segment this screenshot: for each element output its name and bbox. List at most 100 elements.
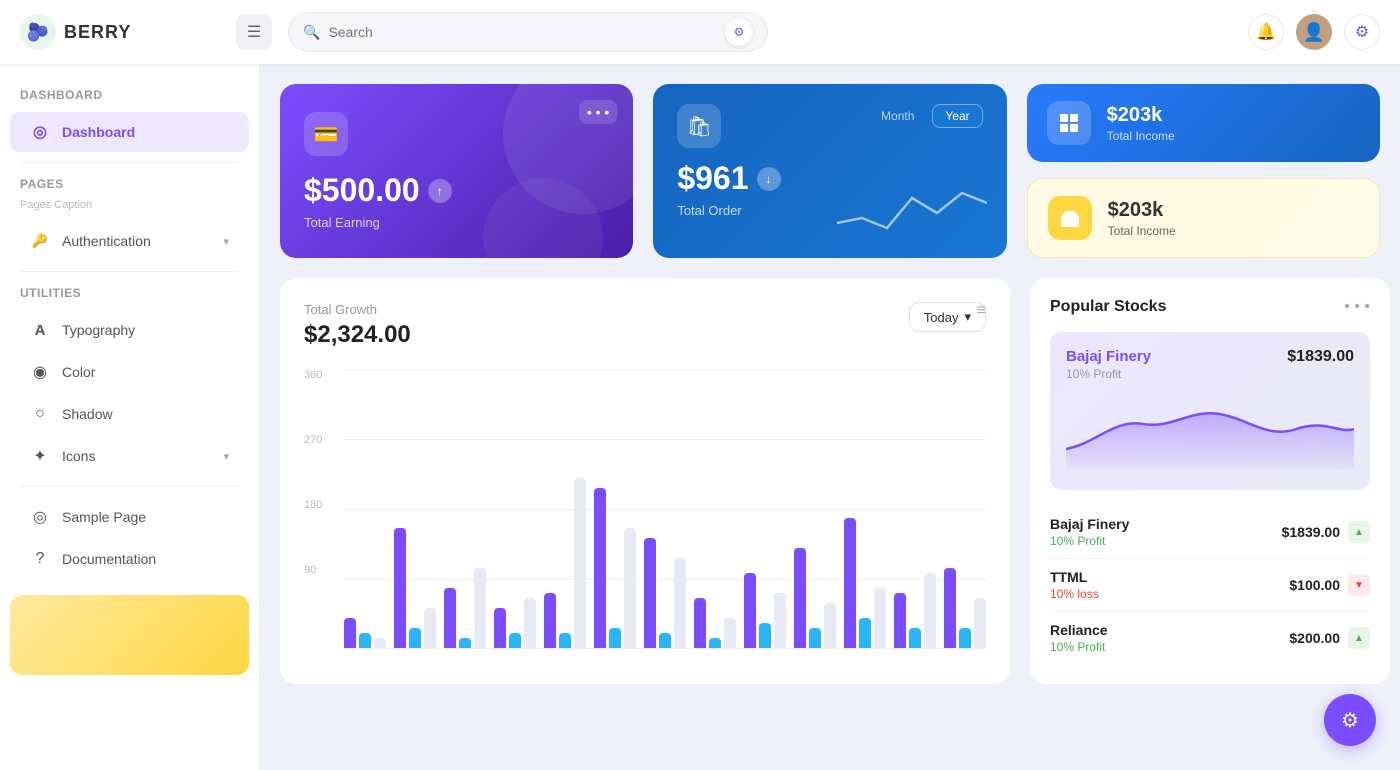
- sidebar-label-dashboard: Dashboard: [62, 124, 135, 140]
- sidebar-item-shadow[interactable]: ○ Shadow: [10, 394, 249, 434]
- wallet-icon: 💳: [314, 122, 339, 147]
- bar-light-3: [474, 568, 486, 648]
- sidebar-section-dashboard: Dashboard: [0, 84, 259, 110]
- bar-purple-9: [744, 573, 756, 648]
- order-card: 🛍 Month Year $961 ↓ Total Order: [653, 84, 1006, 258]
- bar-purple-12: [894, 593, 906, 648]
- stock-2-info: TTML 10% loss: [1050, 569, 1099, 601]
- chart-title-area: Total Growth $2,324.00: [304, 302, 411, 349]
- menu-button[interactable]: ☰: [236, 14, 272, 50]
- fab-button[interactable]: ⚙: [1324, 694, 1376, 746]
- notification-button[interactable]: 🔔: [1248, 14, 1284, 50]
- bar-purple-13: [944, 568, 956, 648]
- bar-blue-3: [459, 638, 471, 648]
- stocks-header: Popular Stocks • • •: [1050, 298, 1370, 316]
- featured-stock-header: Bajaj Finery 10% Profit $1839.00: [1066, 348, 1354, 381]
- featured-stock-price: $1839.00: [1287, 348, 1354, 366]
- bar-purple-11: [844, 518, 856, 648]
- bar-blue-1: [359, 633, 371, 648]
- stock-2-price: $100.00: [1289, 577, 1340, 593]
- bar-blue-5: [559, 633, 571, 648]
- sidebar-item-color[interactable]: ◉ Color: [10, 352, 249, 392]
- stocks-more-button[interactable]: • • •: [1344, 298, 1370, 316]
- bar-purple-7: [644, 538, 656, 648]
- y-label-360: 360: [304, 369, 322, 381]
- app-name: BERRY: [64, 22, 131, 43]
- bar-light-7: [674, 558, 686, 648]
- bar-light-10: [824, 603, 836, 648]
- sidebar-item-sample-page[interactable]: ◎ Sample Page: [10, 497, 249, 537]
- income-card-yellow: $203k Total Income: [1027, 178, 1380, 258]
- stock-3-label: 10% Profit: [1050, 640, 1108, 654]
- sidebar-item-documentation[interactable]: ? Documentation: [10, 539, 249, 579]
- sidebar-label-typography: Typography: [62, 322, 135, 338]
- bar-light-12: [924, 573, 936, 648]
- stocks-card: Popular Stocks • • • Bajaj Finery 10% Pr…: [1030, 278, 1390, 684]
- bar-group-13: [944, 568, 986, 648]
- bar-light-5: [574, 478, 586, 648]
- period-chevron-icon: ▾: [964, 309, 971, 325]
- income1-amount: $203k: [1107, 104, 1175, 127]
- earning-more-button[interactable]: • • •: [579, 100, 617, 124]
- period-label: Today: [924, 310, 959, 325]
- shadow-icon: ○: [30, 404, 50, 424]
- bottom-row: Total Growth $2,324.00 Today ▾ ≡ 360 270: [280, 278, 1380, 684]
- bar-purple-6: [594, 488, 606, 648]
- bar-blue-8: [709, 638, 721, 648]
- bar-blue-10: [809, 628, 821, 648]
- sidebar-item-authentication[interactable]: 🔑 Authentication ▾: [10, 221, 249, 261]
- earning-label: Total Earning: [304, 215, 609, 230]
- filter-icon: ⚙: [734, 25, 745, 39]
- filter-button[interactable]: ⚙: [725, 18, 753, 46]
- sidebar-item-dashboard[interactable]: ◎ Dashboard: [10, 112, 249, 152]
- tab-month[interactable]: Month: [869, 104, 926, 128]
- bar-blue-7: [659, 633, 671, 648]
- order-trend-icon: ↓: [757, 167, 781, 191]
- income-icon-yellow: [1048, 196, 1092, 240]
- stock-list-item-1: Bajaj Finery 10% Profit $1839.00 ▲: [1050, 506, 1370, 559]
- search-bar: 🔍 ⚙: [288, 12, 768, 52]
- main-content: • • • 💳 $500.00 ↑ Total Earning 🛍 Mo: [260, 64, 1400, 770]
- earning-trend-icon: ↑: [428, 179, 452, 203]
- chart-menu-button[interactable]: ≡: [977, 302, 986, 320]
- avatar[interactable]: 👤: [1296, 14, 1332, 50]
- stock-3-trend-icon: ▲: [1348, 627, 1370, 649]
- bar-purple-10: [794, 548, 806, 648]
- bar-blue-13: [959, 628, 971, 648]
- featured-stock-name: Bajaj Finery: [1066, 348, 1151, 365]
- order-icon-box: 🛍: [677, 104, 721, 148]
- bar-purple-8: [694, 598, 706, 648]
- color-icon: ◉: [30, 362, 50, 382]
- search-input[interactable]: [328, 24, 717, 40]
- stock-2-right: $100.00 ▼: [1289, 574, 1370, 596]
- featured-stock-card: Bajaj Finery 10% Profit $1839.00: [1050, 332, 1370, 490]
- bar-purple-4: [494, 608, 506, 648]
- sidebar-item-typography[interactable]: A Typography: [10, 310, 249, 350]
- logo-icon: 🫐: [20, 14, 56, 50]
- sample-page-icon: ◎: [30, 507, 50, 527]
- stock-1-price: $1839.00: [1282, 524, 1340, 540]
- stock-2-trend-icon: ▼: [1348, 574, 1370, 596]
- chart-bars: [344, 369, 986, 649]
- income-stack: $203k Total Income $203k Total Income: [1027, 84, 1380, 258]
- search-icon: 🔍: [303, 24, 320, 41]
- documentation-icon: ?: [30, 549, 50, 569]
- bar-purple-1: [344, 618, 356, 648]
- sidebar-pages-caption: Pages Caption: [0, 199, 259, 219]
- sidebar-item-icons[interactable]: ✦ Icons ▾: [10, 436, 249, 476]
- bar-light-8: [724, 618, 736, 648]
- chart-card: Total Growth $2,324.00 Today ▾ ≡ 360 270: [280, 278, 1010, 684]
- chart-period-button[interactable]: Today ▾: [909, 302, 986, 332]
- order-card-top: 🛍 Month Year: [677, 104, 982, 148]
- settings-button[interactable]: ⚙: [1344, 14, 1380, 50]
- bell-icon: 🔔: [1256, 22, 1276, 42]
- tab-year[interactable]: Year: [932, 104, 982, 128]
- sidebar-label-authentication: Authentication: [62, 233, 151, 249]
- stock-2-label: 10% loss: [1050, 587, 1099, 601]
- bar-group-8: [694, 598, 736, 648]
- chart-yaxis: 360 270 180 90: [304, 369, 322, 649]
- bar-blue-2: [409, 628, 421, 648]
- stock-1-right: $1839.00 ▲: [1282, 521, 1370, 543]
- topbar: 🫐 BERRY ☰ 🔍 ⚙ 🔔 👤 ⚙: [0, 0, 1400, 64]
- chart-area: 360 270 180 90: [304, 369, 986, 649]
